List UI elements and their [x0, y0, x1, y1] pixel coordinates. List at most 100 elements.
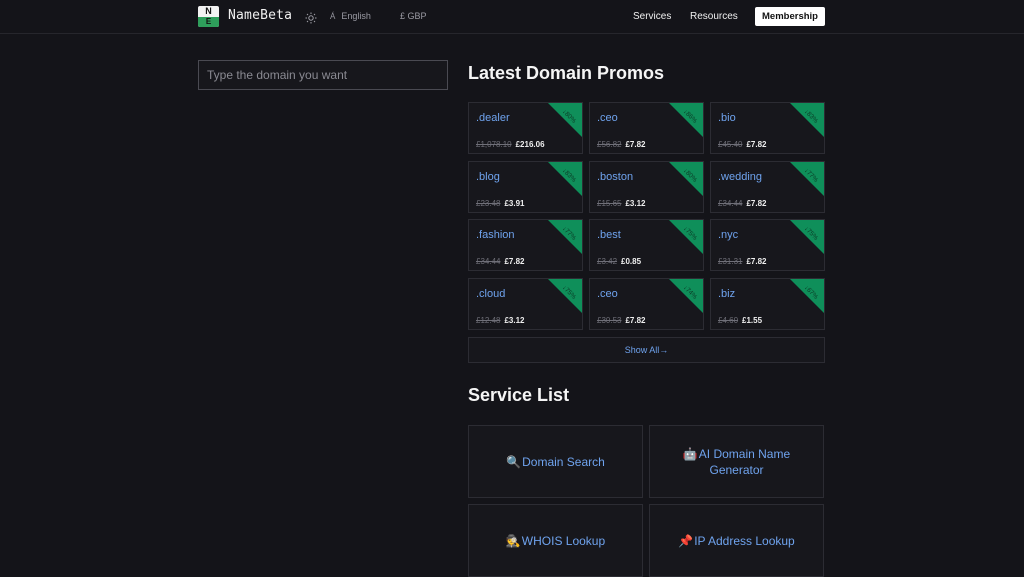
currency-selector[interactable]: £ GBP — [400, 11, 427, 21]
membership-button[interactable]: Membership — [755, 7, 825, 26]
logo-letter-top: N — [198, 6, 219, 17]
old-price: £15.65 — [597, 199, 621, 208]
old-price: £45.40 — [718, 140, 742, 149]
promo-card[interactable]: .dealer £1,078.10 £216.06↓80% — [468, 102, 583, 154]
promo-prices: £31.31 £7.82 — [718, 257, 767, 266]
promo-prices: £23.48 £3.91 — [476, 199, 525, 208]
new-price: £3.12 — [625, 199, 645, 208]
show-all-button[interactable]: Show All→ — [468, 337, 825, 363]
new-price: £7.82 — [746, 140, 766, 149]
translate-icon: Á — [330, 12, 335, 21]
promo-card[interactable]: .nyc£31.31£7.82↓75% — [710, 219, 825, 271]
old-price: £56.82 — [597, 140, 621, 149]
new-price: £7.82 — [746, 257, 766, 266]
promo-grid: .dealer£1,078.10£216.06↓80%.ceo£56.82£7.… — [468, 102, 825, 330]
promo-tld: .wedding — [718, 171, 762, 183]
service-emoji-icon: 📌 — [678, 534, 693, 548]
new-price: £7.82 — [746, 199, 766, 208]
promo-tld: .cloud — [476, 288, 505, 300]
service-label: AI Domain Name Generator — [699, 447, 790, 477]
promo-card[interactable]: .best £3.42 £0.85 ↓75% — [589, 219, 704, 271]
old-price: £1,078.10 — [476, 140, 512, 149]
promo-card[interactable]: .fashion £34.44 £7.82 ↓77% — [468, 219, 583, 271]
nav-resources[interactable]: Resources — [690, 11, 738, 22]
service-label: IP Address Lookup — [694, 534, 795, 548]
promo-prices: £30.53 £7.82 — [597, 316, 646, 325]
promo-prices: £56.82 £7.82 — [597, 140, 646, 149]
promo-tld: .dealer — [476, 112, 510, 124]
new-price: £3.12 — [504, 316, 524, 325]
discount-ribbon: ↓75% — [790, 220, 824, 254]
brand-name[interactable]: NameBeta — [228, 8, 292, 23]
promo-card[interactable]: .cloud £12.48 £3.12 ↓75% — [468, 278, 583, 330]
promo-prices: £1,078.10 £216.06 — [476, 140, 545, 149]
service-grid: 🔍Domain Search🤖AI Domain Name Generator🕵… — [468, 425, 825, 577]
promo-prices: £3.42 £0.85 — [597, 257, 641, 266]
promo-prices: £15.65 £3.12 — [597, 199, 646, 208]
new-price: £7.82 — [504, 257, 524, 266]
service-label: WHOIS Lookup — [522, 534, 605, 548]
new-price: £1.55 — [742, 316, 762, 325]
nav-services[interactable]: Services — [633, 11, 671, 22]
old-price: £34.44 — [476, 257, 500, 266]
old-price: £31.31 — [718, 257, 742, 266]
discount-ribbon: ↓83% — [548, 162, 582, 196]
discount-ribbon: ↓75% — [548, 279, 582, 313]
promo-tld: .blog — [476, 171, 500, 183]
service-label: Domain Search — [522, 455, 605, 469]
domain-search-input[interactable] — [198, 60, 448, 90]
services-title: Service List — [468, 385, 569, 406]
promo-prices: £45.40 £7.82 — [718, 140, 767, 149]
service-emoji-icon: 🤖 — [683, 447, 698, 461]
new-price: £216.06 — [516, 140, 545, 149]
promo-tld: .best — [597, 229, 621, 241]
service-emoji-icon: 🕵 — [506, 534, 521, 548]
service-emoji-icon: 🔍 — [506, 455, 521, 469]
promo-card[interactable]: .bio £45.40 £7.82 ↓83% — [710, 102, 825, 154]
old-price: £3.42 — [597, 257, 617, 266]
old-price: £23.48 — [476, 199, 500, 208]
old-price: £30.53 — [597, 316, 621, 325]
promo-tld: .ceo — [597, 112, 618, 124]
promo-card[interactable]: .ceo £56.82 £7.82 ↓86% — [589, 102, 704, 154]
promo-card[interactable]: .wedding £34.44 £7.82 ↓77% — [710, 161, 825, 213]
new-price: £7.82 — [625, 316, 645, 325]
service-card[interactable]: 🕵WHOIS Lookup — [468, 504, 643, 577]
namebeta-logo[interactable]: N E — [198, 6, 219, 27]
promo-tld: .boston — [597, 171, 633, 183]
promo-tld: .fashion — [476, 229, 515, 241]
new-price: £0.85 — [621, 257, 641, 266]
discount-ribbon: ↓67% — [790, 279, 824, 313]
promo-tld: .ceo — [597, 288, 618, 300]
service-card[interactable]: 📌IP Address Lookup — [649, 504, 824, 577]
promo-card[interactable]: .blog £23.48 £3.91 ↓83% — [468, 161, 583, 213]
language-selector[interactable]: Á English — [330, 11, 371, 21]
promo-tld: .bio — [718, 112, 736, 124]
promo-card[interactable]: .ceo £30.53 £7.82 ↓74% — [589, 278, 704, 330]
old-price: £12.48 — [476, 316, 500, 325]
promo-card[interactable]: .biz £4.60 £1.55 ↓67% — [710, 278, 825, 330]
old-price: £4.60 — [718, 316, 738, 325]
promo-tld: .biz — [718, 288, 735, 300]
sun-icon[interactable] — [305, 11, 317, 23]
service-card[interactable]: 🔍Domain Search — [468, 425, 643, 498]
discount-ribbon: ↓77% — [790, 162, 824, 196]
promo-prices: £4.60 £1.55 — [718, 316, 762, 325]
promo-card[interactable]: .boston £15.65 £3.12 ↓80% — [589, 161, 704, 213]
top-header: N E NameBeta Á English £ GBP Services R… — [0, 0, 1024, 34]
discount-ribbon: ↓80% — [548, 103, 582, 137]
discount-ribbon: ↓80% — [669, 162, 703, 196]
new-price: £7.82 — [625, 140, 645, 149]
discount-ribbon: ↓77% — [548, 220, 582, 254]
service-card[interactable]: 🤖AI Domain Name Generator — [649, 425, 824, 498]
promo-prices: £12.48 £3.12 — [476, 316, 525, 325]
promo-prices: £34.44 £7.82 — [476, 257, 525, 266]
old-price: £34.44 — [718, 199, 742, 208]
logo-letter-bottom: E — [198, 17, 219, 27]
discount-ribbon: ↓86% — [669, 103, 703, 137]
discount-ribbon: ↓75% — [669, 220, 703, 254]
discount-ribbon: ↓83% — [790, 103, 824, 137]
new-price: £3.91 — [504, 199, 524, 208]
language-label: English — [341, 11, 371, 21]
discount-ribbon: ↓74% — [669, 279, 703, 313]
